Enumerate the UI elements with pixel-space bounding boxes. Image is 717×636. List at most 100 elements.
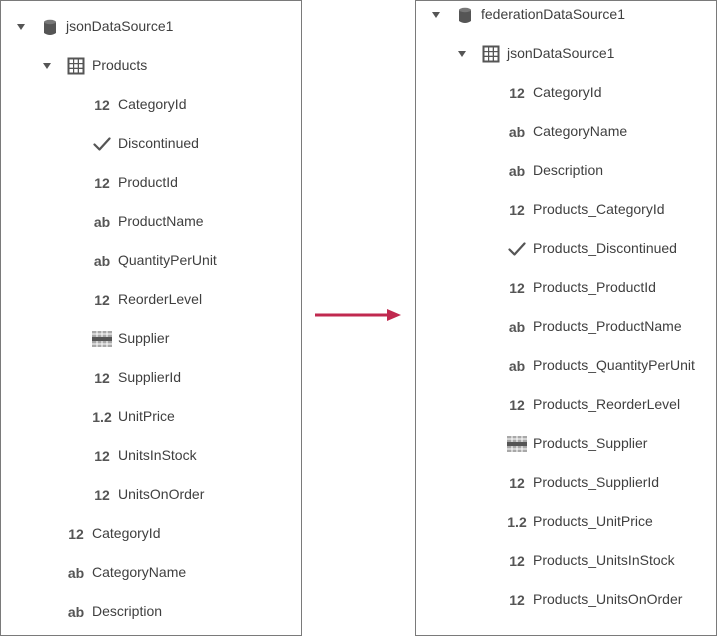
number-icon: 12: [92, 96, 112, 114]
tree-field-item[interactable]: 12 Products_SupplierId: [416, 472, 716, 494]
field-type-glyph: ab: [508, 163, 526, 179]
expand-caret-icon[interactable]: [457, 49, 467, 59]
tree-field-label: ProductName: [118, 213, 204, 229]
tree-field-item[interactable]: 12 ReorderLevel: [1, 289, 301, 311]
tree-field-label: ProductId: [118, 174, 178, 190]
tree-field-item[interactable]: ab ProductName: [1, 211, 301, 233]
tree-field-label: SupplierId: [118, 369, 182, 385]
tree-node-label: jsonDataSource1: [507, 45, 615, 61]
grid-icon: [507, 435, 527, 453]
number-icon: 12: [92, 291, 112, 309]
tree-field-item[interactable]: ab Products_QuantityPerUnit: [416, 355, 716, 377]
tree-field-label: Products_ReorderLevel: [533, 396, 681, 412]
tree-field-item[interactable]: Discontinued: [1, 133, 301, 155]
string-icon: ab: [66, 603, 86, 621]
number-icon: 12: [92, 447, 112, 465]
tree-field-label: Products_SupplierId: [533, 474, 660, 490]
right-field-list-panel: federationDataSource1 jsonDataSource1 12…: [415, 0, 717, 636]
tree-field-label: CategoryId: [533, 84, 602, 100]
tree-field-item[interactable]: Products_Supplier: [416, 433, 716, 455]
field-type-glyph: 12: [94, 448, 110, 464]
field-type-glyph: 12: [509, 280, 525, 296]
tree-node-products[interactable]: Products: [1, 55, 301, 77]
tree-field-item[interactable]: Supplier: [1, 328, 301, 350]
tree-field-item[interactable]: ab QuantityPerUnit: [1, 250, 301, 272]
number-icon: 12: [507, 552, 527, 570]
expand-caret-icon[interactable]: [16, 22, 26, 32]
field-type-glyph: ab: [93, 214, 111, 230]
tree-field-item[interactable]: 12 CategoryId: [416, 82, 716, 104]
field-type-glyph: 12: [509, 397, 525, 413]
tree-field-item[interactable]: 12 UnitsInStock: [1, 445, 301, 467]
tree-field-item[interactable]: 12 Products_CategoryId: [416, 199, 716, 221]
string-icon: ab: [92, 252, 112, 270]
tree-field-label: Products_Discontinued: [533, 240, 677, 256]
tree-node-jsondatasource1[interactable]: jsonDataSource1: [1, 16, 301, 38]
tree-field-item[interactable]: 12 SupplierId: [1, 367, 301, 389]
number-icon: 12: [507, 84, 527, 102]
field-type-glyph: 12: [509, 85, 525, 101]
field-type-glyph: ab: [508, 124, 526, 140]
tree-field-item[interactable]: 12 Products_UnitsOnOrder: [416, 589, 716, 611]
tree-field-label: ReorderLevel: [118, 291, 203, 307]
left-field-list-panel: jsonDataSource1 Products 12 CategoryId Dis…: [0, 0, 302, 636]
field-type-glyph: 12: [509, 592, 525, 608]
field-type-glyph: ab: [67, 565, 85, 581]
tree-field-item[interactable]: Products_Discontinued: [416, 238, 716, 260]
tree-field-item[interactable]: 12 Products_UnitsInStock: [416, 550, 716, 572]
number-icon: 12: [92, 369, 112, 387]
tree-field-label: UnitPrice: [118, 408, 175, 424]
tree-field-label: Products_ProductId: [533, 279, 656, 295]
right-arrow-icon: [315, 309, 401, 321]
tree-field-item[interactable]: 12 Products_ProductId: [416, 277, 716, 299]
expand-caret-icon[interactable]: [431, 10, 441, 20]
number-icon: 12: [507, 591, 527, 609]
tree-field-item[interactable]: 12 CategoryId: [1, 523, 301, 545]
tree-field-item[interactable]: ab Description: [1, 601, 301, 623]
field-type-glyph: ab: [508, 319, 526, 335]
tree-field-item[interactable]: 12 UnitsOnOrder: [1, 484, 301, 506]
tree-field-label: Products_UnitsInStock: [533, 552, 675, 568]
database-icon: [455, 6, 475, 24]
tree-field-label: Supplier: [118, 330, 170, 346]
expand-caret-icon[interactable]: [42, 61, 52, 71]
tree-field-label: CategoryId: [92, 525, 161, 541]
field-type-glyph: ab: [508, 358, 526, 374]
tree-node-federationdatasource1[interactable]: federationDataSource1: [416, 4, 716, 26]
tree-field-item[interactable]: ab Description: [416, 160, 716, 182]
tree-field-item[interactable]: 12 ProductId: [1, 172, 301, 194]
tree-field-item[interactable]: ab CategoryName: [416, 121, 716, 143]
number-icon: 12: [507, 201, 527, 219]
tree-field-item[interactable]: 12 CategoryId: [1, 94, 301, 116]
tree-field-item[interactable]: 1.2 UnitPrice: [1, 406, 301, 428]
tree-node-label: federationDataSource1: [481, 6, 625, 22]
tree-field-label: Products_Supplier: [533, 435, 648, 451]
string-icon: ab: [507, 318, 527, 336]
field-type-glyph: 12: [68, 526, 84, 542]
database-icon: [40, 18, 60, 36]
tree-field-label: UnitsInStock: [118, 447, 197, 463]
number-icon: 12: [92, 486, 112, 504]
number-icon: 12: [507, 396, 527, 414]
tree-field-item[interactable]: 1.2 Products_UnitPrice: [416, 511, 716, 533]
field-type-glyph: 12: [509, 475, 525, 491]
tree-field-label: CategoryName: [92, 564, 187, 580]
field-type-glyph: ab: [67, 604, 85, 620]
field-type-glyph: 12: [94, 292, 110, 308]
checkmark-icon: [507, 240, 527, 258]
tree-field-item[interactable]: 12 Products_ReorderLevel: [416, 394, 716, 416]
tree-field-item[interactable]: ab CategoryName: [1, 562, 301, 584]
tree-node-jsondatasource1[interactable]: jsonDataSource1: [416, 43, 716, 65]
field-type-glyph: 12: [94, 487, 110, 503]
tree-field-label: Products_ProductName: [533, 318, 682, 334]
tree-field-item[interactable]: ab Products_ProductName: [416, 316, 716, 338]
field-type-glyph: 12: [509, 553, 525, 569]
number-icon: 12: [66, 525, 86, 543]
string-icon: ab: [507, 123, 527, 141]
field-type-glyph: ab: [93, 253, 111, 269]
tree-field-label: Products_QuantityPerUnit: [533, 357, 695, 373]
tree-field-label: Products_UnitPrice: [533, 513, 653, 529]
number-icon: 12: [92, 174, 112, 192]
field-type-glyph: 12: [509, 202, 525, 218]
decimal-icon: 1.2: [507, 513, 527, 531]
